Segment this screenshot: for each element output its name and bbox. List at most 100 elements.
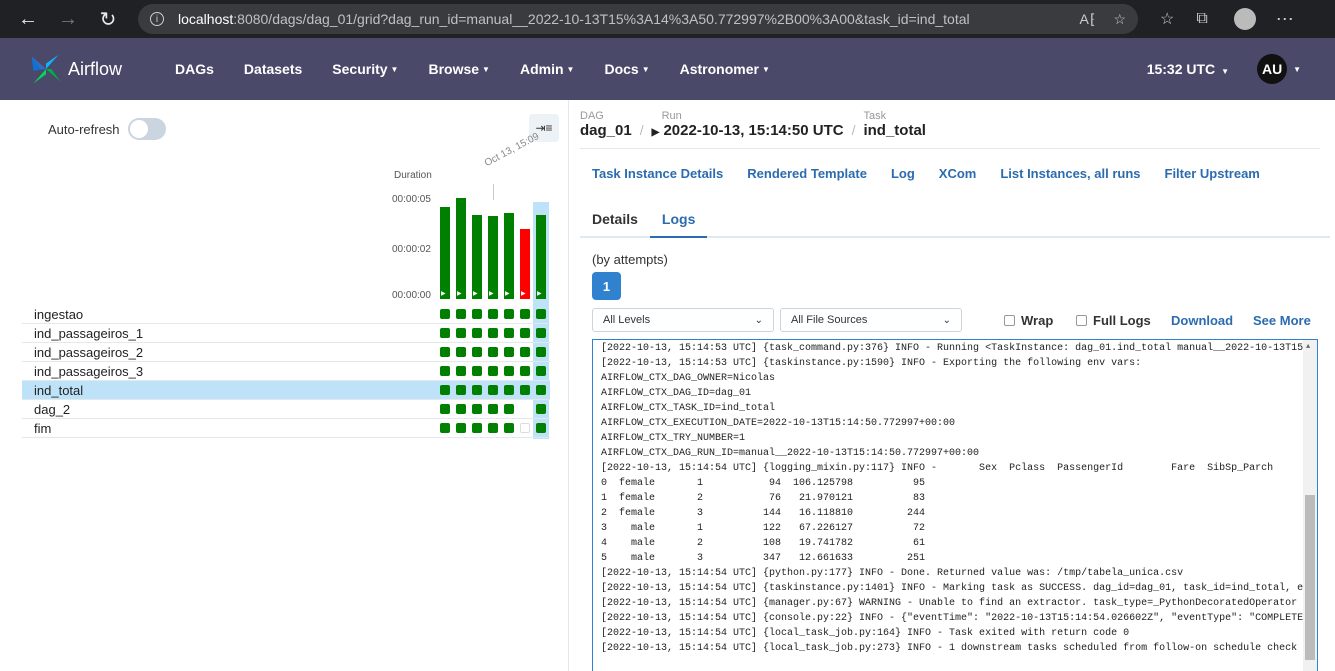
task-row[interactable]: ind_passageiros_2 xyxy=(22,343,550,362)
task-instance-cell[interactable] xyxy=(504,347,514,357)
task-instance-cell[interactable] xyxy=(520,309,530,319)
task-instance-cell[interactable] xyxy=(536,347,546,357)
task-instance-cell[interactable] xyxy=(520,328,530,338)
auto-refresh-toggle[interactable] xyxy=(127,118,166,140)
task-instance-cell[interactable] xyxy=(488,404,498,414)
run-duration-bar[interactable]: ▶ xyxy=(488,216,498,299)
task-link-1[interactable]: Rendered Template xyxy=(747,166,867,181)
task-instance-cell[interactable] xyxy=(472,366,482,376)
task-instance-cell[interactable] xyxy=(488,309,498,319)
task-row[interactable]: ind_total xyxy=(22,381,550,400)
favorites-icon[interactable]: ☆ xyxy=(1160,9,1174,29)
task-link-0[interactable]: Task Instance Details xyxy=(592,166,723,181)
task-instance-cell[interactable] xyxy=(440,347,450,357)
task-instance-cell[interactable] xyxy=(440,328,450,338)
full-logs-checkbox[interactable]: Full Logs xyxy=(1076,313,1151,328)
task-row[interactable]: dag_2 xyxy=(22,400,550,419)
task-link-5[interactable]: Filter Upstream xyxy=(1165,166,1260,181)
task-instance-cell[interactable] xyxy=(472,309,482,319)
attempt-1-button[interactable]: 1 xyxy=(592,272,621,300)
breadcrumb-task[interactable]: Task ind_total xyxy=(863,110,926,139)
task-instance-cell[interactable] xyxy=(504,309,514,319)
menu-astronomer[interactable]: Astronomer ▼ xyxy=(665,61,785,77)
task-link-3[interactable]: XCom xyxy=(939,166,977,181)
task-instance-cell[interactable] xyxy=(456,423,466,433)
task-instance-cell[interactable] xyxy=(536,385,546,395)
breadcrumb-run[interactable]: Run ▶ 2022-10-13, 15:14:50 UTC xyxy=(652,110,844,139)
task-instance-cell[interactable] xyxy=(504,423,514,433)
menu-browse[interactable]: Browse ▼ xyxy=(413,61,505,77)
task-row[interactable]: ingestao xyxy=(22,305,550,324)
menu-admin[interactable]: Admin ▼ xyxy=(505,61,589,77)
file-source-select[interactable]: All File Sources ⌄ xyxy=(780,308,962,332)
task-instance-cell[interactable] xyxy=(520,385,530,395)
task-instance-cell[interactable] xyxy=(456,385,466,395)
task-instance-cell[interactable] xyxy=(488,423,498,433)
task-instance-cell[interactable] xyxy=(472,347,482,357)
log-level-select[interactable]: All Levels ⌄ xyxy=(592,308,774,332)
task-link-4[interactable]: List Instances, all runs xyxy=(1000,166,1140,181)
scroll-up-icon[interactable]: ▲ xyxy=(1306,343,1310,351)
task-link-2[interactable]: Log xyxy=(891,166,915,181)
more-options-icon[interactable]: ⋯ xyxy=(1276,9,1294,30)
add-favorite-icon[interactable]: ☆ xyxy=(1113,11,1126,28)
chevron-down-icon[interactable]: ▼ xyxy=(1293,65,1301,74)
task-instance-cell[interactable] xyxy=(472,385,482,395)
tab-details[interactable]: Details xyxy=(580,208,650,238)
task-instance-cell[interactable] xyxy=(536,328,546,338)
task-instance-cell[interactable] xyxy=(472,328,482,338)
task-instance-cell[interactable] xyxy=(456,309,466,319)
run-duration-bar[interactable]: ▶ xyxy=(504,213,514,299)
log-viewer[interactable]: [2022-10-13, 15:14:53 UTC] {task_command… xyxy=(592,339,1318,671)
task-instance-cell[interactable] xyxy=(472,404,482,414)
run-duration-bar[interactable]: ▶ xyxy=(472,215,482,299)
task-row[interactable]: fim xyxy=(22,419,550,438)
collections-icon[interactable]: ⧉ xyxy=(1196,10,1207,28)
profile-icon[interactable] xyxy=(1233,8,1256,30)
run-duration-bar[interactable]: ▶ xyxy=(456,198,466,299)
breadcrumb-dag[interactable]: DAG dag_01 xyxy=(580,110,632,139)
task-instance-cell[interactable] xyxy=(440,423,450,433)
utc-clock[interactable]: 15:32 UTC ▼ xyxy=(1147,61,1229,77)
menu-docs[interactable]: Docs ▼ xyxy=(589,61,664,77)
run-duration-bar[interactable]: ▶ xyxy=(536,215,546,299)
task-instance-cell[interactable] xyxy=(536,404,546,414)
info-icon[interactable]: i xyxy=(150,12,164,26)
task-instance-cell[interactable] xyxy=(456,404,466,414)
task-instance-cell[interactable] xyxy=(440,385,450,395)
task-instance-cell[interactable] xyxy=(472,423,482,433)
task-instance-cell[interactable] xyxy=(504,385,514,395)
run-duration-bar[interactable]: ▶ xyxy=(440,207,450,299)
panel-divider[interactable] xyxy=(568,100,569,671)
task-instance-cell[interactable] xyxy=(520,423,530,433)
scroll-thumb[interactable] xyxy=(1305,495,1315,660)
menu-dags[interactable]: DAGs xyxy=(160,61,229,77)
run-duration-bar[interactable]: ▶ xyxy=(520,229,530,299)
log-scrollbar[interactable]: ▲ xyxy=(1303,340,1317,671)
task-instance-cell[interactable] xyxy=(456,347,466,357)
menu-datasets[interactable]: Datasets xyxy=(229,61,317,77)
menu-security[interactable]: Security ▼ xyxy=(317,61,413,77)
task-row[interactable]: ind_passageiros_3 xyxy=(22,362,550,381)
reload-icon[interactable]: ↻ xyxy=(96,7,120,31)
user-avatar[interactable]: AU xyxy=(1257,54,1288,84)
see-more-link[interactable]: See More xyxy=(1253,313,1311,328)
wrap-checkbox[interactable]: Wrap xyxy=(1004,313,1053,328)
task-instance-cell[interactable] xyxy=(536,366,546,376)
tab-logs[interactable]: Logs xyxy=(649,208,708,238)
download-link[interactable]: Download xyxy=(1171,313,1233,328)
airflow-logo[interactable]: Airflow xyxy=(28,51,122,87)
task-instance-cell[interactable] xyxy=(536,423,546,433)
task-instance-cell[interactable] xyxy=(504,328,514,338)
task-instance-cell[interactable] xyxy=(440,404,450,414)
task-instance-cell[interactable] xyxy=(488,328,498,338)
task-instance-cell[interactable] xyxy=(488,385,498,395)
task-instance-cell[interactable] xyxy=(504,404,514,414)
address-bar[interactable]: i localhost:8080/dags/dag_01/grid?dag_ru… xyxy=(138,4,1138,34)
task-instance-cell[interactable] xyxy=(488,366,498,376)
task-instance-cell[interactable] xyxy=(456,366,466,376)
back-arrow-icon[interactable]: ← xyxy=(16,7,40,31)
task-row[interactable]: ind_passageiros_1 xyxy=(22,324,550,343)
task-instance-cell[interactable] xyxy=(504,366,514,376)
read-aloud-icon[interactable]: A ⁅ xyxy=(1079,11,1095,28)
